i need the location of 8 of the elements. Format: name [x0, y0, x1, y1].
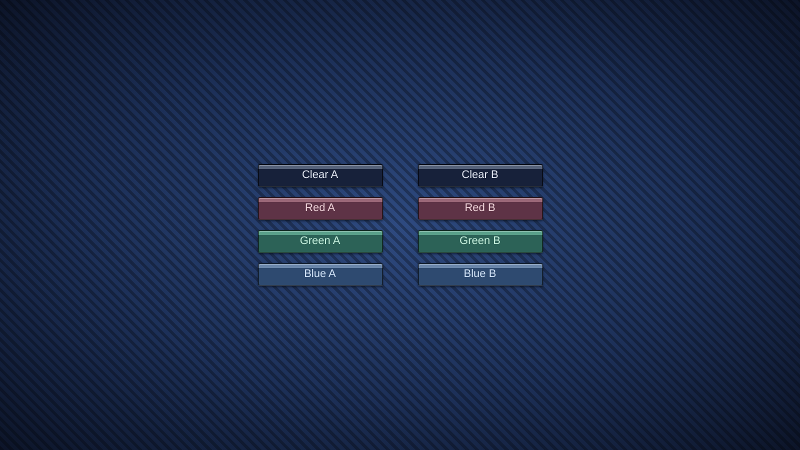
button[interactable]: Red A [258, 197, 382, 220]
button[interactable]: Red B [418, 197, 542, 220]
button[interactable]: Clear B [418, 164, 542, 187]
button[interactable]: Green B [418, 230, 542, 253]
button[interactable]: Blue A [258, 263, 382, 286]
button[interactable]: Green A [258, 230, 382, 253]
button[interactable]: Blue B [418, 263, 542, 286]
button[interactable]: Clear A [258, 164, 382, 187]
